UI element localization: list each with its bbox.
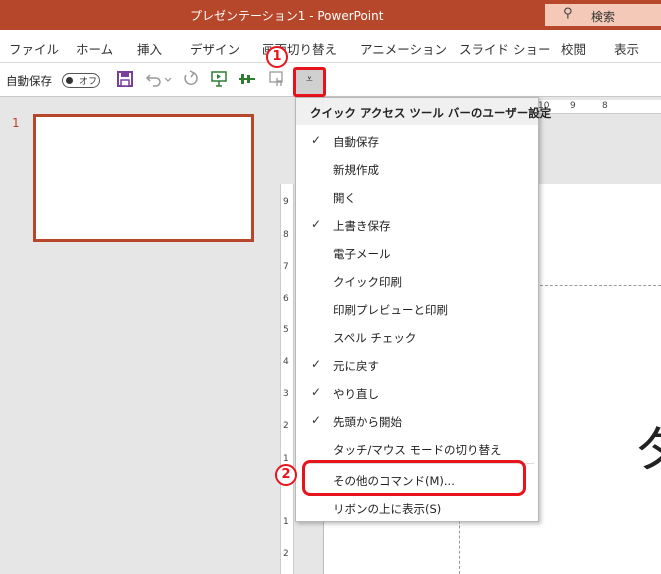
ruler-tick: 5 [283,325,289,335]
menu-item-label: スペル チェック [333,331,417,345]
ruler-tick: 6 [283,294,289,304]
slide-number: 1 [12,116,20,130]
check-icon: ✓ [311,357,322,371]
align-icon[interactable] [237,69,257,89]
ruler-tick: 8 [283,230,289,240]
menu-item-open[interactable]: 開く [296,183,538,211]
customize-qat-button[interactable]: ⩡ [293,67,326,97]
check-icon: ✓ [311,385,322,399]
redo-icon[interactable] [180,69,200,89]
ruler-tick: 9 [283,197,289,207]
step-2-badge: 2 [275,464,297,486]
check-icon: ✓ [311,413,322,427]
menu-item-email[interactable]: 電子メール [296,239,538,267]
tab-slideshow[interactable]: スライド ショー [459,39,550,58]
more-commands-highlight [302,460,526,496]
start-slideshow-icon[interactable] [209,69,229,89]
title-bar: プレゼンテーション1 - PowerPoint ⚲ 検索 [0,0,661,30]
slide-thumbnail[interactable] [33,114,254,242]
slide-title-text[interactable]: タ [634,410,661,482]
autosave-state: オフ [79,77,98,87]
search-box[interactable]: ⚲ 検索 [545,4,661,26]
menu-item-label: 電子メール [333,247,391,261]
check-icon: ✓ [311,133,322,147]
tab-animations[interactable]: アニメーション [360,39,447,58]
menu-item-label: やり直し [333,387,379,401]
save-icon[interactable] [115,69,135,89]
menu-item-redo[interactable]: ✓ やり直し [296,379,538,407]
menu-item-print-preview[interactable]: 印刷プレビューと印刷 [296,295,538,323]
menu-item-label: クイック印刷 [333,275,402,289]
autosave-toggle[interactable]: オフ [62,73,100,88]
menu-item-label: タッチ/マウス モードの切り替え [333,443,502,457]
quick-access-toolbar: 自動保存 オフ [0,63,661,97]
menu-item-label: 先頭から開始 [333,415,402,429]
tab-home[interactable]: ホーム [76,39,113,58]
menu-item-undo[interactable]: ✓ 元に戻す [296,351,538,379]
menu-item-save[interactable]: ✓ 上書き保存 [296,211,538,239]
step-1-badge: 1 [266,46,288,68]
toggle-knob [66,77,73,84]
menu-item-label: 印刷プレビューと印刷 [333,303,448,317]
ruler-tick: 1 [283,517,289,527]
check-icon: ✓ [311,217,322,231]
undo-icon[interactable] [144,69,164,89]
window-title: プレゼンテーション1 - PowerPoint [190,9,384,23]
menu-item-quick-print[interactable]: クイック印刷 [296,267,538,295]
tab-design[interactable]: デザイン [190,39,240,58]
menu-item-label: 開く [333,191,356,205]
vertical-ruler: 9 8 7 6 5 4 3 2 1 1 2 [280,184,294,574]
autosave-label: 自動保存 [6,74,52,88]
menu-item-start-from-beginning[interactable]: ✓ 先頭から開始 [296,407,538,435]
ruler-tick: 7 [283,262,289,272]
placeholder-border [540,285,661,286]
tab-view[interactable]: 表示 [614,39,639,58]
menu-item-autosave[interactable]: ✓ 自動保存 [296,127,538,155]
menu-item-show-above-ribbon[interactable]: リボンの上に表示(S) [296,494,538,522]
search-icon: ⚲ [563,6,573,21]
menu-item-spelling[interactable]: スペル チェック [296,323,538,351]
ruler-tick: 8 [602,101,608,111]
ruler-tick: 2 [283,549,289,559]
menu-item-label: 元に戻す [333,359,379,373]
menu-item-touch-mouse-mode[interactable]: タッチ/マウス モードの切り替え [296,435,538,463]
search-label: 検索 [591,10,616,24]
undo-dropdown-icon[interactable] [163,69,173,89]
menu-item-label: 自動保存 [333,135,379,149]
tab-review[interactable]: 校閲 [561,39,586,58]
tab-insert[interactable]: 挿入 [137,39,162,58]
customize-qat-menu: クイック アクセス ツール バーのユーザー設定 ✓ 自動保存 新規作成 開く ✓ 上… [295,97,551,522]
menu-header: クイック アクセス ツール バーのユーザー設定 [296,98,551,125]
horizontal-ruler: 10 9 8 [536,100,661,114]
ruler-tick: 2 [283,421,289,431]
menu-item-label: リボンの上に表示(S) [333,502,442,516]
ruler-tick: 3 [283,389,289,399]
ribbon-tabs: ファイル ホーム 挿入 デザイン 画面切り替え アニメーション スライド ショー… [0,30,661,63]
ruler-tick: 9 [570,101,576,111]
ruler-tick: 4 [283,357,289,367]
menu-item-new[interactable]: 新規作成 [296,155,538,183]
chevron-down-icon: ⩡ [306,72,313,86]
tab-file[interactable]: ファイル [9,39,59,58]
menu-item-label: 上書き保存 [333,219,391,233]
ruler-tick: 1 [283,454,289,464]
menu-item-label: 新規作成 [333,163,379,177]
touch-mode-icon[interactable] [267,69,287,89]
menu-title: クイック アクセス ツール バーのユーザー設定 [310,106,552,120]
